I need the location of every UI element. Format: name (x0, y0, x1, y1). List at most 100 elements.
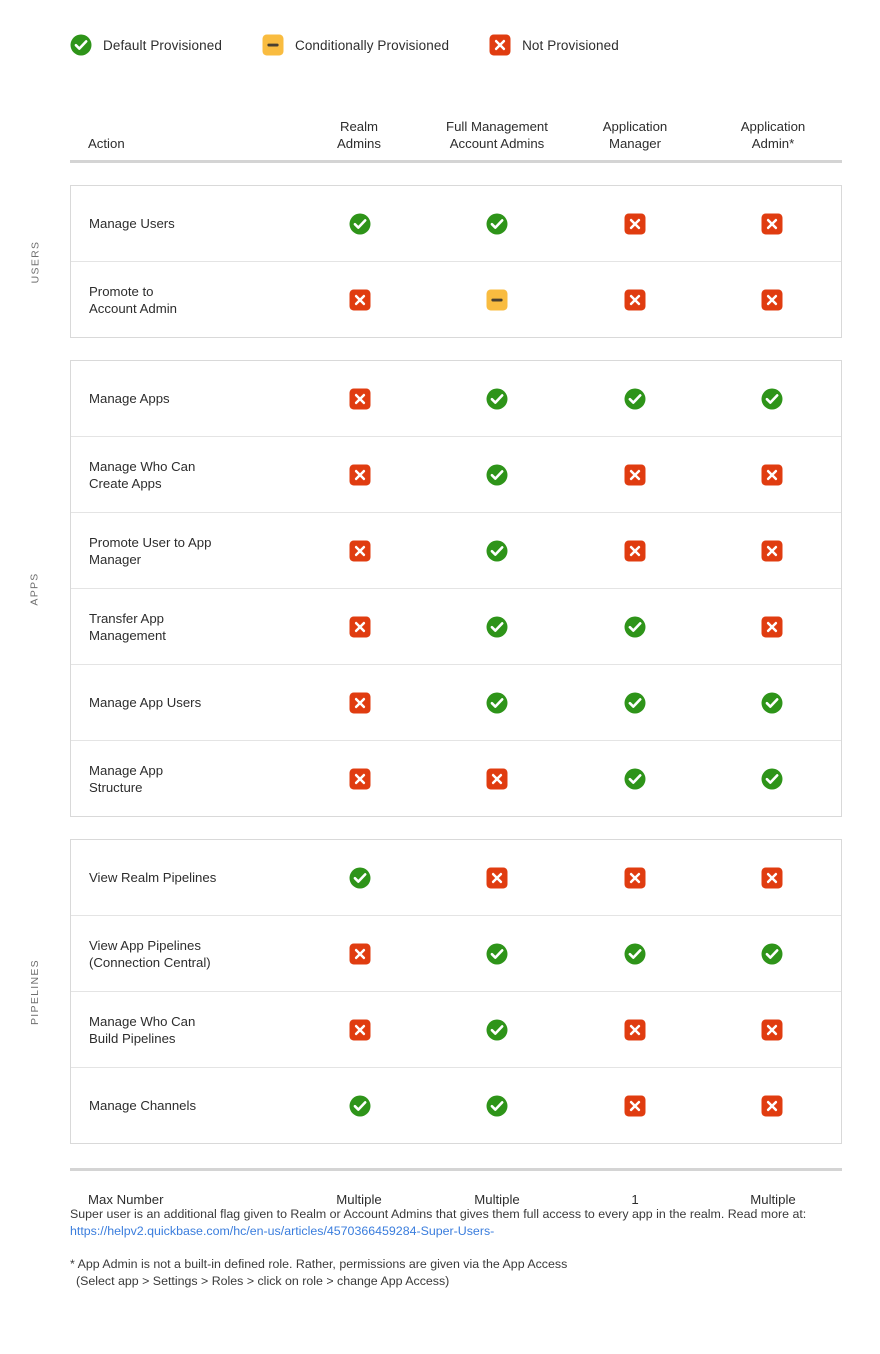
cell-full-management-account-admins (429, 289, 567, 311)
section-pipelines: View Realm Pipelines View App Pipelines (C… (70, 839, 842, 1144)
row-label-line1: View Realm Pipelines (89, 870, 217, 885)
check-circle-icon (486, 540, 508, 562)
side-label-text: PIPELINES (28, 958, 41, 1025)
row-label: Promote to Account Admin (71, 283, 291, 317)
super-users-link[interactable]: https://helpv2.quickbase.com/hc/en-us/ar… (70, 1224, 494, 1238)
max-number-value-application-manager: 1 (631, 1191, 639, 1207)
column-header-line1: Application (740, 119, 806, 134)
x-square-icon (624, 540, 646, 562)
cell-full-management-account-admins (429, 1095, 567, 1117)
table-row: Manage Who Can Build Pipelines (71, 991, 841, 1067)
row-label: Manage App Structure (71, 762, 291, 796)
x-square-icon (761, 616, 783, 638)
column-header-action: Action (88, 136, 125, 151)
cell-application-manager (566, 1095, 704, 1117)
table-row: Transfer App Management (71, 588, 841, 664)
cell-realm-admins (291, 388, 429, 410)
cell-full-management-account-admins (429, 213, 567, 235)
table-row: View Realm Pipelines (71, 840, 841, 915)
super-user-note: Super user is an additional flag given t… (70, 1206, 860, 1240)
x-square-icon (761, 289, 783, 311)
x-square-icon (624, 867, 646, 889)
column-header-line2: Manager (608, 136, 662, 151)
legend-item-maybe: Conditionally Provisioned (262, 34, 449, 56)
cell-full-management-account-admins (429, 616, 567, 638)
check-circle-icon (486, 943, 508, 965)
column-header-application-admin: Application Admin* (704, 118, 842, 152)
cell-application-admin (704, 540, 842, 562)
x-square-icon (349, 289, 371, 311)
x-square-icon (761, 1095, 783, 1117)
column-header-line2: Account Admins (449, 136, 545, 151)
cell-realm-admins (291, 289, 429, 311)
table-row: Promote to Account Admin (71, 261, 841, 337)
column-header-line2: Admin* (751, 136, 795, 151)
column-header-full-management-account-admins: Full Management Account Admins (428, 118, 566, 152)
x-square-icon (624, 464, 646, 486)
cell-application-admin (704, 616, 842, 638)
x-square-icon (761, 213, 783, 235)
table-row: Manage App Users (71, 664, 841, 740)
x-square-icon (486, 768, 508, 790)
x-square-icon (624, 289, 646, 311)
legend-item-yes: Default Provisioned (70, 34, 222, 56)
check-circle-icon (761, 943, 783, 965)
dash-square-icon (262, 34, 284, 56)
row-label-line1: Manage Apps (89, 391, 170, 406)
check-circle-icon (486, 388, 508, 410)
row-label: Manage Who Can Create Apps (71, 458, 291, 492)
check-circle-icon (486, 1019, 508, 1041)
check-circle-icon (624, 692, 646, 714)
cell-application-admin (704, 692, 842, 714)
cell-full-management-account-admins (429, 692, 567, 714)
section-users: Manage Users Promote to Account Admin (70, 185, 842, 338)
row-label-line2: Account Admin (89, 300, 177, 316)
cell-realm-admins (291, 616, 429, 638)
row-label-line2: Create Apps (89, 475, 162, 491)
x-square-icon (761, 540, 783, 562)
row-label-line1: Manage App Users (89, 695, 202, 710)
row-label: Promote User to App Manager (71, 534, 291, 568)
x-square-icon (489, 34, 511, 56)
side-label-text: APPS (29, 571, 41, 606)
row-label-line1: Manage Who Can (89, 1013, 196, 1029)
check-circle-icon (761, 692, 783, 714)
x-square-icon (624, 1095, 646, 1117)
cell-realm-admins (291, 1019, 429, 1041)
cell-full-management-account-admins (429, 540, 567, 562)
column-header-line1: Application (602, 119, 668, 134)
x-square-icon (761, 1019, 783, 1041)
cell-full-management-account-admins (429, 768, 567, 790)
section-apps: Manage Apps Manage Who Can Create Apps Prom… (70, 360, 842, 817)
table-row: Manage Who Can Create Apps (71, 436, 841, 512)
row-label-line1: Manage App (89, 762, 164, 778)
row-label-line1: Transfer App (89, 610, 165, 626)
table-row: Manage Apps (71, 361, 841, 436)
x-square-icon (624, 1019, 646, 1041)
dash-square-icon (486, 289, 508, 311)
cell-full-management-account-admins (429, 943, 567, 965)
side-label-users: USERS (0, 185, 70, 338)
row-label-line1: View App Pipelines (89, 937, 201, 953)
cell-application-admin (704, 1095, 842, 1117)
cell-application-manager (566, 213, 704, 235)
row-label: Manage Channels (71, 1097, 291, 1114)
column-header-line2: Admins (337, 136, 381, 151)
x-square-icon (349, 540, 371, 562)
cell-application-admin (704, 768, 842, 790)
cell-full-management-account-admins (429, 1019, 567, 1041)
x-square-icon (624, 213, 646, 235)
cell-application-manager (566, 692, 704, 714)
cell-application-admin (704, 867, 842, 889)
table-row: Promote User to App Manager (71, 512, 841, 588)
cell-application-manager (566, 943, 704, 965)
x-square-icon (349, 388, 371, 410)
x-square-icon (349, 616, 371, 638)
cell-application-admin (704, 943, 842, 965)
row-label: View Realm Pipelines (71, 869, 291, 886)
cell-realm-admins (291, 943, 429, 965)
app-admin-note-line2: (Select app > Settings > Roles > click o… (76, 1274, 450, 1288)
cell-realm-admins (291, 540, 429, 562)
table-row: View App Pipelines (Connection Central) (71, 915, 841, 991)
max-number-value-full-management-account-admins: Multiple (474, 1191, 520, 1207)
